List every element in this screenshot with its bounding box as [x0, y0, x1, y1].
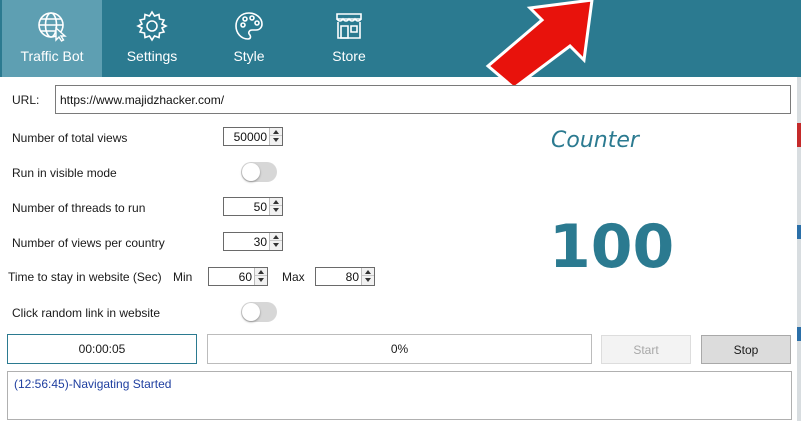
- tab-settings-label: Settings: [126, 48, 178, 64]
- stop-button[interactable]: Stop: [701, 335, 791, 364]
- gear-icon: [136, 10, 168, 42]
- tab-style[interactable]: Style: [199, 0, 299, 77]
- stop-button-label: Stop: [733, 342, 759, 357]
- tab-traffic-bot-label: Traffic Bot: [20, 48, 84, 64]
- decrement-arrow-icon[interactable]: [270, 206, 282, 214]
- threads-stepper[interactable]: [223, 197, 283, 216]
- min-label: Min: [173, 270, 193, 284]
- counter-value: 100: [549, 212, 675, 282]
- decrement-arrow-icon[interactable]: [270, 241, 282, 249]
- log-output[interactable]: (12:56:45)-Navigating Started: [7, 371, 792, 420]
- tab-store-label: Store: [332, 48, 366, 64]
- toggle-knob: [242, 303, 260, 321]
- globe-cursor-icon: [38, 12, 67, 42]
- increment-arrow-icon[interactable]: [270, 128, 282, 136]
- url-label: URL:: [12, 93, 40, 107]
- tab-style-label: Style: [233, 48, 265, 64]
- palette-icon: [235, 12, 263, 40]
- background-window-fragment: [797, 327, 801, 341]
- top-navigation-bar: Traffic Bot Settings Style Store: [0, 0, 801, 77]
- red-annotation-arrow: [485, 0, 594, 90]
- stepper-buttons: [269, 233, 282, 250]
- increment-arrow-icon[interactable]: [270, 198, 282, 206]
- decrement-arrow-icon[interactable]: [255, 276, 267, 284]
- elapsed-timer: 00:00:05: [7, 334, 197, 364]
- max-label: Max: [282, 270, 305, 284]
- increment-arrow-icon[interactable]: [270, 233, 282, 241]
- visible-mode-label: Run in visible mode: [12, 166, 117, 180]
- random-link-label: Click random link in website: [12, 306, 161, 320]
- progress-text: 0%: [390, 342, 409, 356]
- log-line: (12:56:45)-Navigating Started: [14, 377, 172, 391]
- increment-arrow-icon[interactable]: [362, 268, 374, 276]
- threads-input[interactable]: [224, 198, 269, 215]
- tab-settings[interactable]: Settings: [102, 0, 202, 77]
- counter-title: Counter: [551, 128, 639, 153]
- visible-mode-toggle[interactable]: [241, 162, 277, 182]
- background-window-edge: [797, 77, 801, 421]
- time-to-stay-label: Time to stay in website (Sec): [8, 270, 162, 284]
- stepper-buttons: [269, 128, 282, 145]
- views-per-country-stepper[interactable]: [223, 232, 283, 251]
- threads-label: Number of threads to run: [12, 201, 146, 215]
- decrement-arrow-icon[interactable]: [270, 136, 282, 144]
- background-window-fragment: [797, 123, 801, 147]
- start-button-label: Start: [633, 342, 659, 357]
- max-time-stepper[interactable]: [315, 267, 375, 286]
- decrement-arrow-icon[interactable]: [362, 276, 374, 284]
- max-time-input[interactable]: [316, 268, 361, 285]
- url-input[interactable]: [55, 85, 791, 114]
- total-views-input[interactable]: [224, 128, 269, 145]
- progress-bar: 0%: [207, 334, 592, 364]
- start-button[interactable]: Start: [601, 335, 691, 364]
- stepper-buttons: [254, 268, 267, 285]
- tab-store[interactable]: Store: [299, 0, 399, 77]
- stepper-buttons: [361, 268, 374, 285]
- background-window-fragment: [797, 225, 801, 239]
- total-views-stepper[interactable]: [223, 127, 283, 146]
- views-per-country-input[interactable]: [224, 233, 269, 250]
- store-icon: [336, 13, 362, 39]
- toggle-knob: [242, 163, 260, 181]
- stepper-buttons: [269, 198, 282, 215]
- min-time-input[interactable]: [209, 268, 254, 285]
- increment-arrow-icon[interactable]: [255, 268, 267, 276]
- random-link-toggle[interactable]: [241, 302, 277, 322]
- tab-traffic-bot[interactable]: Traffic Bot: [2, 0, 102, 77]
- views-per-country-label: Number of views per country: [12, 236, 165, 250]
- total-views-label: Number of total views: [12, 131, 128, 145]
- elapsed-timer-text: 00:00:05: [78, 342, 126, 356]
- min-time-stepper[interactable]: [208, 267, 268, 286]
